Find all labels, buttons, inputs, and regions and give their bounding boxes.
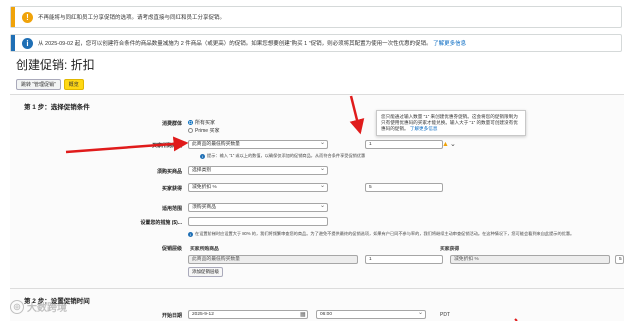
arrow-to-condition xyxy=(65,136,189,154)
watermark: ◎ 大数跨境 xyxy=(10,299,67,314)
watermark-logo-icon: ◎ xyxy=(10,299,24,314)
annotation-arrows xyxy=(65,95,518,321)
arrow-to-qty xyxy=(349,95,365,135)
